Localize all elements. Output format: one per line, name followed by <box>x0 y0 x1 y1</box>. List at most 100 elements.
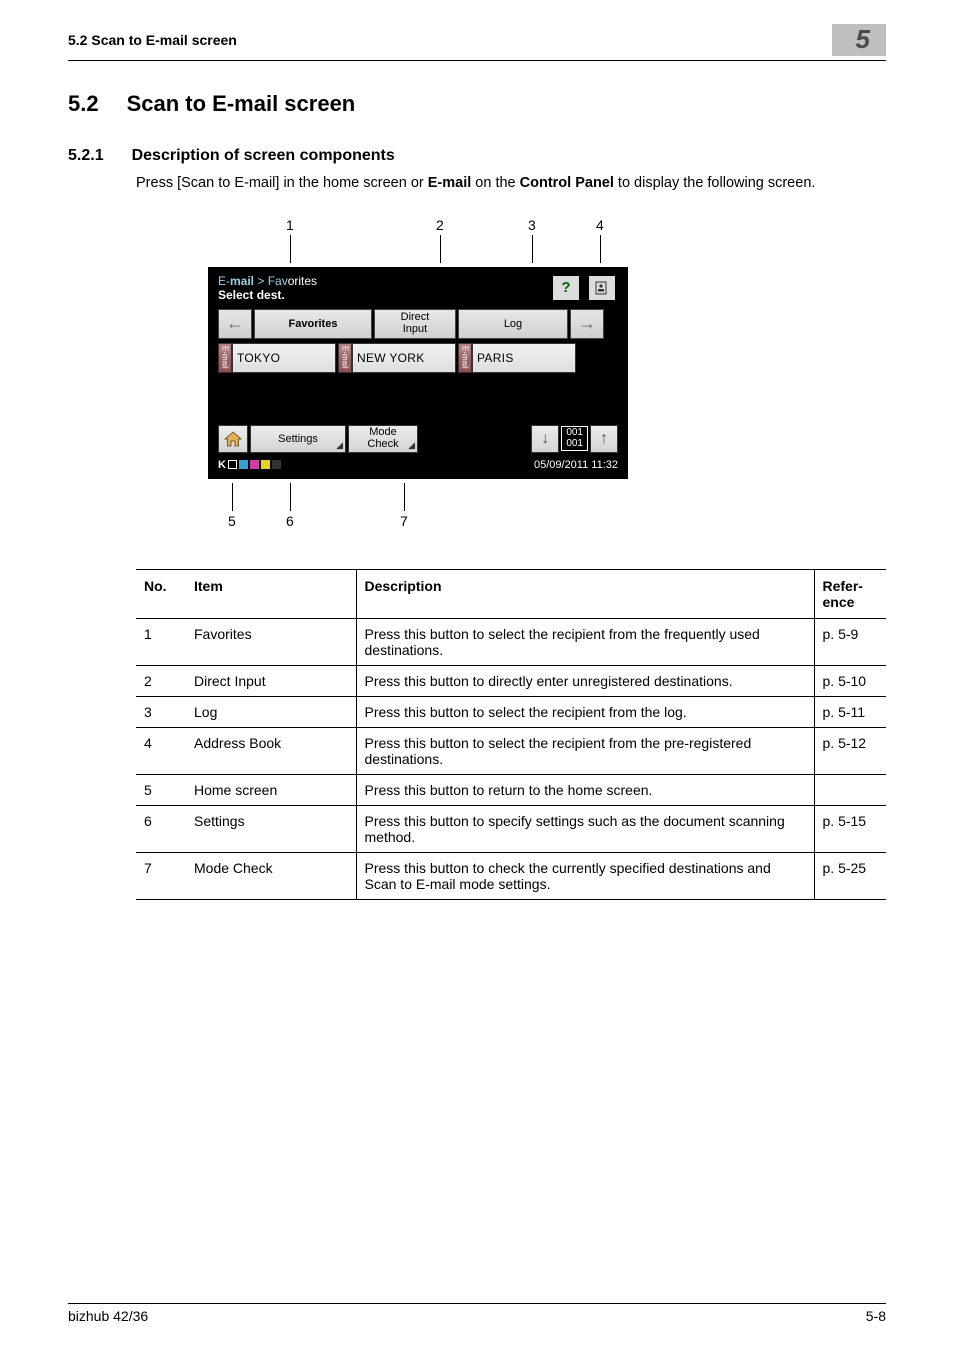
settings-button[interactable]: Settings ◢ <box>250 425 346 453</box>
toner-dot <box>272 460 281 469</box>
destination-paris[interactable]: E-mail PARIS <box>458 343 576 373</box>
components-table: No. Item Description Refer- ence 1 Favor… <box>136 569 886 900</box>
destination-type-tag: E-mail <box>338 343 352 373</box>
cell-ref: p. 5-15 <box>814 805 886 852</box>
tab-row: ← Favorites Direct Input Log → <box>218 309 618 339</box>
cell-ref: p. 5-25 <box>814 852 886 899</box>
cell-no: 7 <box>136 852 186 899</box>
pager: ↓ 001 001 ↑ <box>531 425 618 453</box>
toner-dot <box>228 460 237 469</box>
cell-item: Mode Check <box>186 852 356 899</box>
figure: 1 2 3 4 E-mail > Favorites Select dest. … <box>208 217 886 529</box>
col-item: Item <box>186 569 356 618</box>
running-title: 5.2 Scan to E-mail screen <box>68 32 237 48</box>
col-description: Description <box>356 569 814 618</box>
table-row: 1 Favorites Press this button to select … <box>136 618 886 665</box>
settings-button-label: Settings <box>278 433 318 445</box>
cell-item: Direct Input <box>186 665 356 696</box>
help-icon[interactable]: ? <box>552 275 580 301</box>
device-screen: E-mail > Favorites Select dest. ? ← Favo… <box>208 267 628 479</box>
breadcrumb-1a: E- <box>218 274 230 288</box>
footer-page: 5-8 <box>866 1308 886 1324</box>
toner-dot <box>261 460 270 469</box>
heading-2-number: 5.2 <box>68 91 99 117</box>
col-no: No. <box>136 569 186 618</box>
page-footer: bizhub 42/36 5-8 <box>68 1303 886 1324</box>
intro-bold-1: E-mail <box>428 175 472 191</box>
toner-dot <box>250 460 259 469</box>
cell-item: Settings <box>186 805 356 852</box>
intro-paragraph: Press [Scan to E-mail] in the home scree… <box>136 175 886 191</box>
heading-2-title: Scan to E-mail screen <box>127 91 356 117</box>
toner-dot <box>239 460 248 469</box>
page-counter: 001 001 <box>561 426 588 451</box>
breadcrumb-1c: > Fav <box>254 274 288 288</box>
cell-desc: Press this button to return to the home … <box>356 774 814 805</box>
table-row: 3 Log Press this button to select the re… <box>136 696 886 727</box>
screen-header: E-mail > Favorites Select dest. ? <box>214 273 622 309</box>
cell-desc: Press this button to directly enter unre… <box>356 665 814 696</box>
table-row: 4 Address Book Press this button to sele… <box>136 727 886 774</box>
cell-item: Favorites <box>186 618 356 665</box>
destination-type-tag: E-mail <box>458 343 472 373</box>
footer-model: bizhub 42/36 <box>68 1308 148 1324</box>
cell-no: 5 <box>136 774 186 805</box>
destination-label: TOKYO <box>232 343 336 373</box>
callout-1: 1 <box>286 217 294 233</box>
intro-text-post: to display the following screen. <box>614 175 816 191</box>
tab-left-arrow-icon[interactable]: ← <box>218 309 252 339</box>
heading-3: 5.2.1 Description of screen components <box>68 147 886 165</box>
tab-favorites[interactable]: Favorites <box>254 309 372 339</box>
mode-check-button-label: Mode Check <box>367 427 398 450</box>
destination-tokyo[interactable]: E-mail TOKYO <box>218 343 336 373</box>
table-row: 5 Home screen Press this button to retur… <box>136 774 886 805</box>
tab-right-arrow-icon[interactable]: → <box>570 309 604 339</box>
tab-log[interactable]: Log <box>458 309 568 339</box>
mode-check-button[interactable]: Mode Check ◢ <box>348 425 418 453</box>
cell-ref: p. 5-12 <box>814 727 886 774</box>
intro-text-pre: Press [Scan to E-mail] in the home scree… <box>136 175 428 191</box>
cell-no: 1 <box>136 618 186 665</box>
destination-label: PARIS <box>472 343 576 373</box>
page-up-button[interactable]: ↑ <box>590 425 618 453</box>
cell-desc: Press this button to check the currently… <box>356 852 814 899</box>
col-reference: Refer- ence <box>814 569 886 618</box>
table-row: 7 Mode Check Press this button to check … <box>136 852 886 899</box>
callout-4: 4 <box>596 217 604 233</box>
intro-text-mid: on the <box>471 175 519 191</box>
callouts-bottom: 5 6 7 <box>208 479 886 529</box>
cell-no: 2 <box>136 665 186 696</box>
tab-direct-input[interactable]: Direct Input <box>374 309 456 339</box>
callout-6: 6 <box>286 513 294 529</box>
bottom-bar: Settings ◢ Mode Check ◢ ↓ 001 001 ↑ <box>214 425 622 457</box>
running-header: 5.2 Scan to E-mail screen 5 <box>68 24 886 61</box>
toner-indicator: K <box>218 459 281 471</box>
chapter-number-badge: 5 <box>832 24 886 56</box>
cell-item: Home screen <box>186 774 356 805</box>
callout-7: 7 <box>400 513 408 529</box>
table-header-row: No. Item Description Refer- ence <box>136 569 886 618</box>
corner-triangle-icon: ◢ <box>336 440 343 451</box>
callouts-top: 1 2 3 4 <box>208 217 886 267</box>
heading-3-title: Description of screen components <box>132 147 395 165</box>
cell-desc: Press this button to select the recipien… <box>356 696 814 727</box>
cell-item: Log <box>186 696 356 727</box>
address-book-icon[interactable] <box>588 275 616 301</box>
table-body: 1 Favorites Press this button to select … <box>136 618 886 899</box>
cell-desc: Press this button to specify settings su… <box>356 805 814 852</box>
cell-ref: p. 5-10 <box>814 665 886 696</box>
cell-item: Address Book <box>186 727 356 774</box>
cell-ref <box>814 774 886 805</box>
cell-desc: Press this button to select the recipien… <box>356 727 814 774</box>
status-bar: K 05/09/2011 11:32 <box>214 457 622 473</box>
home-icon <box>224 431 242 447</box>
home-button[interactable] <box>218 425 248 453</box>
destination-newyork[interactable]: E-mail NEW YORK <box>338 343 456 373</box>
cell-ref: p. 5-9 <box>814 618 886 665</box>
breadcrumb-1d: orites <box>288 274 317 288</box>
cell-no: 4 <box>136 727 186 774</box>
page-down-button[interactable]: ↓ <box>531 425 559 453</box>
callout-2: 2 <box>436 217 444 233</box>
heading-2: 5.2 Scan to E-mail screen <box>68 91 886 117</box>
intro-bold-2: Control Panel <box>520 175 614 191</box>
